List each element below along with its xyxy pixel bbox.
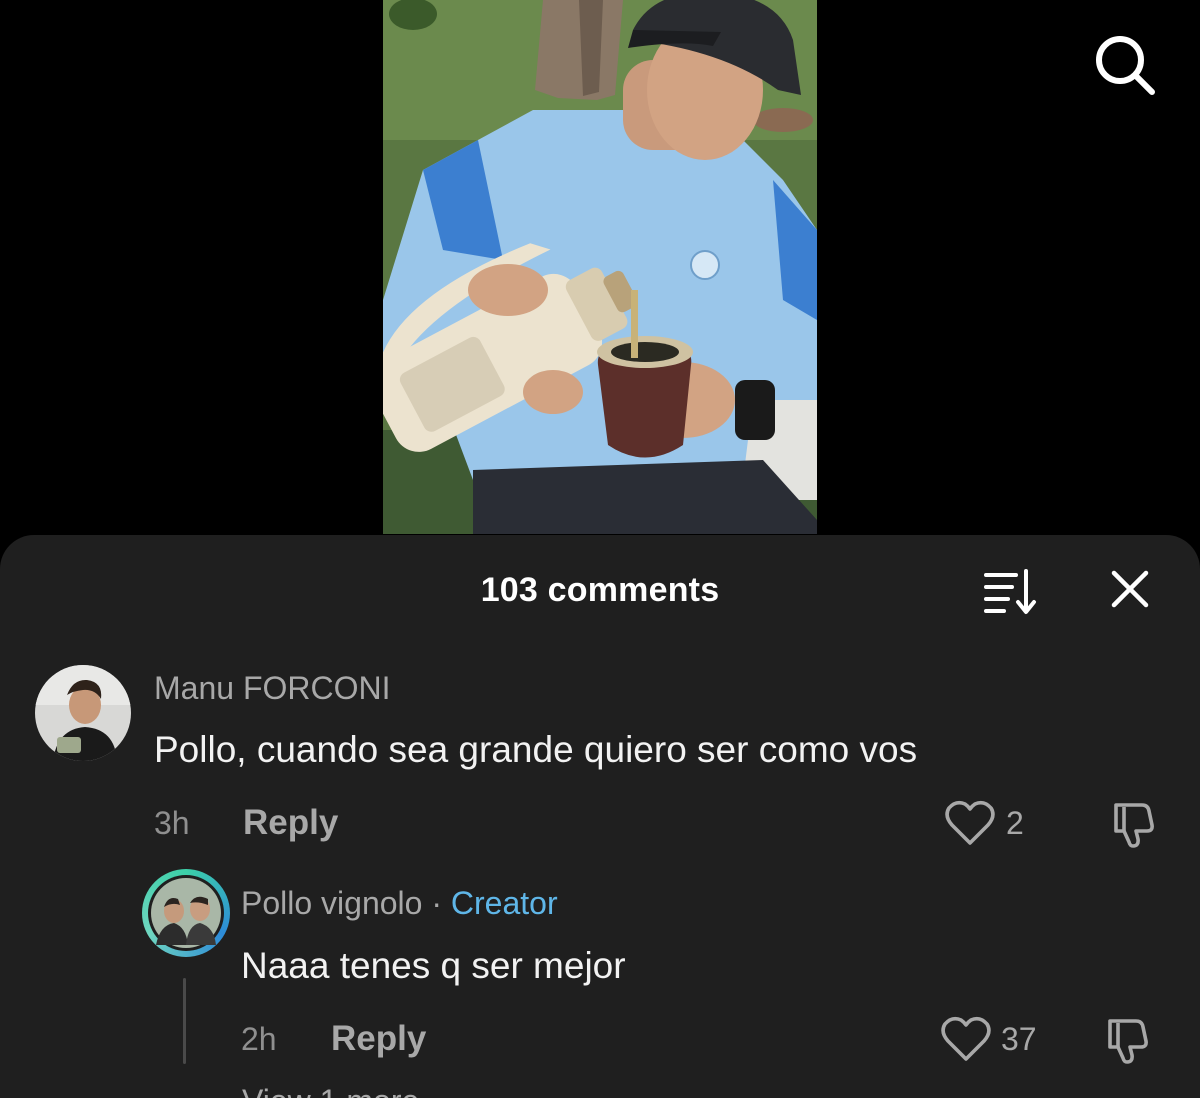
like-count: 37 bbox=[1001, 1021, 1037, 1057]
view-more-replies[interactable]: View 1 more bbox=[242, 1083, 419, 1098]
dislike-icon bbox=[1108, 1019, 1148, 1064]
heart-icon bbox=[941, 1016, 991, 1061]
reply-timestamp: 2h bbox=[241, 1021, 277, 1057]
avatar-image bbox=[148, 875, 224, 951]
dislike-button[interactable] bbox=[1108, 799, 1160, 851]
reply-button[interactable]: Reply bbox=[331, 1019, 426, 1059]
comment-text: Pollo, cuando sea grande quiero ser como… bbox=[154, 729, 918, 770]
search-icon bbox=[1096, 36, 1155, 95]
like-count: 2 bbox=[1006, 805, 1024, 841]
comment-item: Manu FORCONI Pollo, cuando sea grande qu… bbox=[0, 535, 1200, 865]
avatar[interactable] bbox=[35, 665, 131, 761]
reply-author[interactable]: Pollo vignolo · Creator bbox=[241, 885, 558, 922]
avatar-image bbox=[35, 665, 131, 761]
creator-badge: Creator bbox=[450, 885, 558, 921]
thread-line bbox=[183, 978, 186, 1064]
reply-button[interactable]: Reply bbox=[243, 803, 338, 843]
reply-text: Naaa tenes q ser mejor bbox=[241, 945, 626, 986]
author-separator: · bbox=[422, 885, 451, 921]
dislike-button[interactable] bbox=[1102, 1015, 1154, 1067]
comment-author[interactable]: Manu FORCONI bbox=[154, 670, 390, 707]
comment-timestamp: 3h bbox=[154, 805, 190, 841]
creator-avatar[interactable] bbox=[142, 869, 230, 957]
heart-icon bbox=[945, 800, 995, 845]
tiktok-comments-screen: 103 comments Manu FORCONI Pollo, cuando … bbox=[0, 0, 1200, 1098]
comments-sheet: 103 comments Manu FORCONI Pollo, cuando … bbox=[0, 535, 1200, 1098]
reply-item: Pollo vignolo · Creator Naaa tenes q ser… bbox=[0, 865, 1200, 1098]
reply-author-name[interactable]: Pollo vignolo bbox=[241, 885, 422, 921]
like-button[interactable] bbox=[944, 799, 1044, 847]
video-frame bbox=[383, 0, 817, 534]
dislike-icon bbox=[1114, 803, 1154, 848]
search-button[interactable] bbox=[1090, 30, 1160, 100]
video-player[interactable] bbox=[383, 0, 817, 534]
